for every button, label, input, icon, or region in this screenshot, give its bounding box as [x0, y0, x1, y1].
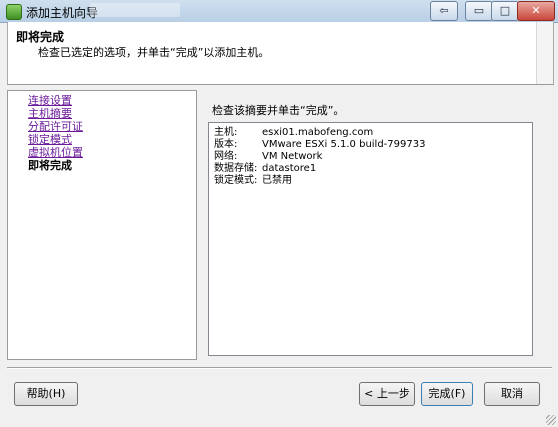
- finish-button[interactable]: 完成(F): [421, 382, 473, 406]
- resize-grip[interactable]: [546, 415, 556, 425]
- summary-value: 已禁用: [262, 175, 292, 186]
- summary-key: 主机:: [214, 127, 238, 138]
- summary-value: esxi01.mabofeng.com: [262, 127, 374, 138]
- help-button[interactable]: 帮助(H): [14, 382, 78, 406]
- summary-textbox[interactable]: 主机: esxi01.mabofeng.com 版本: VMware ESXi …: [208, 122, 533, 356]
- header-scrollbar[interactable]: [536, 22, 553, 84]
- summary-value: VM Network: [262, 151, 323, 162]
- window-title: 添加主机向导: [26, 6, 99, 20]
- app-icon: [6, 4, 22, 20]
- step-ready-to-complete: 即将完成: [28, 159, 72, 172]
- maximize-button[interactable]: □: [491, 1, 519, 21]
- step-host-summary[interactable]: 主机摘要: [28, 107, 72, 120]
- summary-instruction: 检查该摘要并单击“完成”。: [212, 104, 345, 117]
- step-connection-settings[interactable]: 连接设置: [28, 94, 72, 107]
- step-assign-license[interactable]: 分配许可证: [28, 120, 83, 133]
- minimize-button[interactable]: ▭: [465, 1, 493, 21]
- summary-key: 版本:: [214, 139, 238, 150]
- back-button[interactable]: < 上一步: [359, 382, 415, 406]
- close-button[interactable]: ✕: [517, 1, 555, 21]
- wizard-header: 即将完成 检查已选定的选项，并单击“完成”以添加主机。: [7, 22, 554, 85]
- step-vm-location[interactable]: 虚拟机位置: [28, 146, 83, 159]
- summary-value: datastore1: [262, 163, 317, 174]
- page-title: 即将完成: [16, 30, 65, 44]
- summary-key: 锁定模式:: [214, 175, 258, 186]
- title-bar: 添加主机向导 ⇦ ▭ □ ✕: [0, 0, 558, 23]
- summary-value: VMware ESXi 5.1.0 build-799733: [262, 139, 426, 150]
- wizard-steps-panel: 连接设置 主机摘要 分配许可证 锁定模式 虚拟机位置 即将完成: [7, 90, 197, 360]
- cancel-button[interactable]: 取消: [484, 382, 540, 406]
- summary-key: 数据存储:: [214, 163, 258, 174]
- summary-key: 网络:: [214, 151, 238, 162]
- title-blur: [90, 3, 180, 17]
- back-window-button[interactable]: ⇦: [430, 1, 458, 21]
- step-lockdown-mode[interactable]: 锁定模式: [28, 133, 72, 146]
- page-subtitle: 检查已选定的选项，并单击“完成”以添加主机。: [38, 46, 270, 59]
- button-separator: [7, 367, 552, 369]
